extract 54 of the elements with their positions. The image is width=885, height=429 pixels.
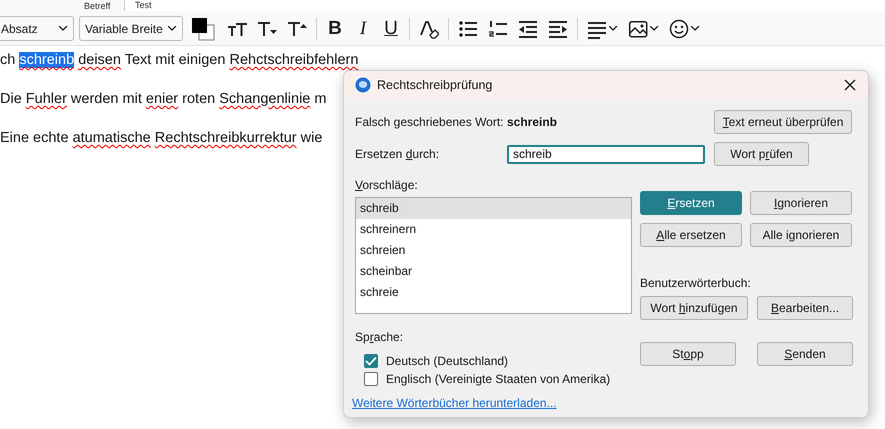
- language-label: Sprache:: [355, 330, 404, 344]
- user-dictionary-label: Benutzerwörterbuch:: [640, 276, 752, 290]
- dialog-button[interactable]: Senden: [757, 342, 853, 366]
- image-icon: [628, 18, 648, 38]
- suggestion-item[interactable]: schreinern: [356, 219, 631, 240]
- color-swatch-icon: [191, 16, 215, 40]
- bulleted-list-icon: [458, 18, 478, 38]
- caret-icon: [59, 26, 68, 31]
- caret-icon: [691, 26, 700, 31]
- eraser-icon: [419, 18, 439, 38]
- suggestion-item[interactable]: schreie: [356, 282, 631, 303]
- close-icon[interactable]: [844, 79, 856, 91]
- suggestion-item[interactable]: scheinbar: [356, 261, 631, 282]
- paragraph-format-dropdown[interactable]: Absatz: [0, 16, 74, 41]
- smiley-icon: [669, 18, 689, 38]
- editor-paragraph: Eine echte atumatische Rechtschreibkurrektur wie: [0, 129, 324, 148]
- dictionary-button[interactable]: Bearbeiten...: [757, 296, 853, 320]
- outdent-icon: [518, 18, 538, 38]
- app-logo-icon: [355, 77, 371, 93]
- language-label: Deutsch (Deutschland): [386, 354, 508, 368]
- caret-icon: [168, 26, 177, 31]
- font-dropdown[interactable]: Variable Breite: [79, 16, 183, 41]
- checkbox[interactable]: [364, 354, 378, 368]
- suggestions-label: Vorschläge:: [355, 178, 419, 192]
- action-button[interactable]: Alle ersetzen: [640, 223, 742, 247]
- download-dictionaries-link[interactable]: Weitere Wörterbücher herunterladen...: [352, 396, 557, 410]
- dialog-title: Rechtschreibprüfung: [377, 78, 494, 92]
- action-button[interactable]: Ignorieren: [750, 191, 852, 215]
- editor-paragraph: Die Fuhler werden mit enier roten Schangenlinie m: [0, 90, 328, 109]
- recheck-text-button[interactable]: Text erneut überprüfen: [714, 110, 852, 134]
- checkbox[interactable]: [364, 372, 378, 386]
- misspelled-word: schreinb: [507, 115, 558, 129]
- suggestion-item[interactable]: schreib: [356, 198, 631, 219]
- dialog-button[interactable]: Stopp: [640, 342, 736, 366]
- action-button[interactable]: Alle ignorieren: [750, 223, 852, 247]
- misspelled-word-label: Falsch geschriebenes Wort:: [355, 115, 505, 129]
- subject-label: Betreff: [84, 1, 112, 11]
- check-word-button[interactable]: Wort prüfen: [714, 142, 809, 166]
- editor-paragraph: ch schreinb deisen Text mit einigen Rehctschreibfehlern: [0, 51, 360, 70]
- caret-icon: [650, 26, 659, 31]
- replace-with-field[interactable]: schreib: [507, 144, 705, 164]
- subject-field[interactable]: Test: [124, 0, 885, 11]
- suggestion-item[interactable]: schreien: [356, 240, 631, 261]
- dictionary-button[interactable]: Wort hinzufügen: [640, 296, 748, 320]
- underline-button[interactable]: U: [379, 16, 403, 42]
- replace-with-label: Ersetzen durch:: [355, 147, 440, 161]
- numbered-list-icon: [488, 18, 508, 38]
- caret-icon: [609, 26, 618, 31]
- italic-button[interactable]: I: [351, 16, 375, 42]
- language-label: Englisch (Vereinigte Staaten von Amerika): [386, 372, 610, 386]
- indent-icon: [548, 18, 568, 38]
- checkmark-icon: [365, 356, 377, 366]
- replace-button[interactable]: Ersetzen: [640, 191, 742, 215]
- bold-button[interactable]: B: [323, 16, 347, 42]
